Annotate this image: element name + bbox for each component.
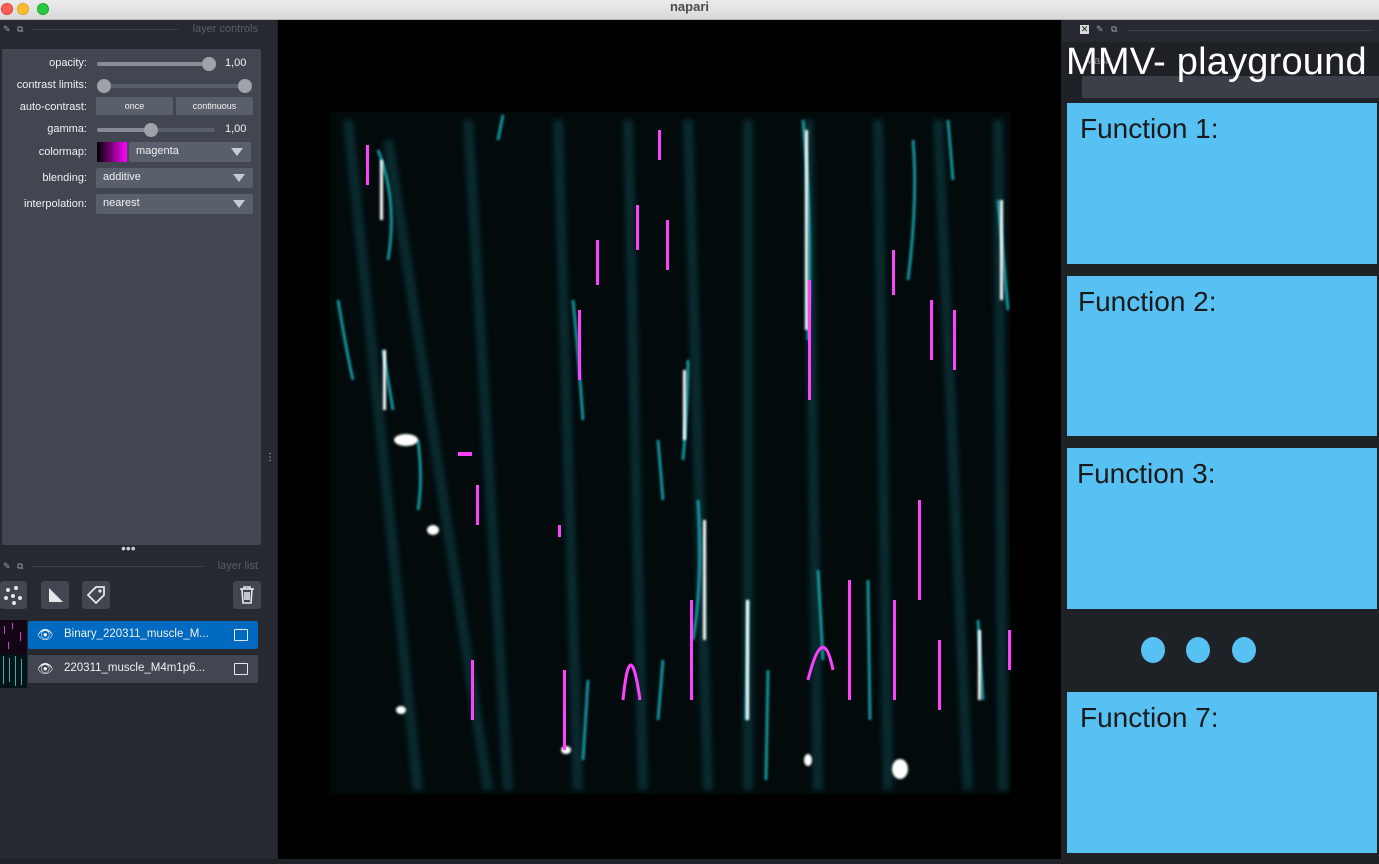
- colormap-label: colormap:: [38, 146, 87, 158]
- eye-icon[interactable]: 👁: [37, 627, 54, 643]
- gamma-label: gamma:: [47, 123, 87, 135]
- tag-icon: [86, 586, 105, 605]
- undock-icon[interactable]: ⧉: [17, 561, 23, 572]
- eye-icon[interactable]: 👁: [37, 661, 54, 677]
- opacity-fill: [97, 62, 209, 66]
- colormap-value: magenta: [136, 145, 179, 157]
- function-3-card[interactable]: Function 3:: [1067, 448, 1377, 609]
- splitter-handle-icon[interactable]: •••: [121, 540, 136, 556]
- contrast-max-handle[interactable]: [238, 79, 252, 93]
- layer-name: Binary_220311_muscle_M...: [64, 628, 209, 640]
- new-labels-layer-button[interactable]: [82, 581, 110, 609]
- gamma-handle[interactable]: [144, 123, 158, 137]
- colormap-row: colormap: magenta: [2, 142, 261, 164]
- shapes-icon: [49, 588, 63, 602]
- gamma-fill: [97, 128, 151, 132]
- opacity-handle[interactable]: [202, 57, 216, 71]
- function-7-card[interactable]: Function 7:: [1067, 692, 1377, 853]
- plugin-title: MMV- playground: [1066, 41, 1367, 83]
- trash-icon: [240, 586, 254, 604]
- image-layer-icon: [234, 663, 248, 675]
- opacity-label: opacity:: [49, 57, 87, 69]
- contrast-limits-label: contrast limits:: [16, 79, 87, 91]
- function-1-card[interactable]: Function 1:: [1067, 103, 1377, 264]
- interpolation-label: interpolation:: [24, 198, 87, 210]
- gamma-row: gamma: 1,00: [2, 119, 261, 141]
- layer-controls-title: layer controls: [192, 23, 258, 35]
- contrast-min-handle[interactable]: [97, 79, 111, 93]
- auto-contrast-continuous-button[interactable]: continuous: [176, 97, 253, 115]
- chevron-down-icon: [231, 148, 243, 156]
- layer-list-title: layer list: [217, 560, 258, 572]
- function-label: Function 1:: [1080, 113, 1219, 144]
- plugin-dock-header: ✕ ✎ ⧉: [1062, 20, 1379, 42]
- function-label: Function 3:: [1077, 458, 1216, 489]
- layer-item-muscle[interactable]: 👁 220311_muscle_M4m1p6...: [28, 655, 258, 683]
- microscopy-image: [330, 112, 1011, 794]
- blending-row: blending: additive: [2, 168, 261, 190]
- undock-icon[interactable]: ⧉: [17, 24, 23, 35]
- blending-label: blending:: [42, 172, 87, 184]
- contrast-limits-slider[interactable]: [104, 84, 246, 88]
- contrast-row: contrast limits:: [2, 75, 261, 97]
- opacity-row: opacity: 1,00: [2, 53, 261, 75]
- float-icon[interactable]: ✎: [3, 561, 11, 572]
- chevron-down-icon: [233, 200, 245, 208]
- ellipsis-dot-icon: [1232, 637, 1256, 663]
- new-shapes-layer-button[interactable]: [41, 581, 69, 609]
- image-layer-icon: [234, 629, 248, 641]
- layer-thumbnail: [0, 654, 27, 688]
- window-title: napari: [669, 0, 709, 14]
- auto-contrast-row: auto-contrast: once continuous: [2, 97, 261, 119]
- function-label: Function 7:: [1080, 702, 1219, 733]
- layer-list-header: ✎ ⧉ layer list: [0, 557, 270, 575]
- opacity-value: 1,00: [225, 57, 247, 69]
- layer-thumbnail: [0, 620, 27, 654]
- interpolation-row: interpolation: nearest: [2, 194, 261, 216]
- undock-icon[interactable]: ⧉: [1111, 24, 1117, 35]
- close-icon[interactable]: ✕: [1080, 25, 1089, 34]
- layer-controls-panel: opacity: 1,00 contrast limits: auto-cont…: [2, 49, 261, 545]
- blending-value: additive: [103, 171, 141, 183]
- left-dock: ✎ ⧉ layer controls opacity: 1,00 contras…: [0, 20, 277, 859]
- ellipsis-dot-icon: [1186, 637, 1210, 663]
- chevron-down-icon: [233, 174, 245, 182]
- layer-name: 220311_muscle_M4m1p6...: [64, 662, 206, 674]
- layer-controls-header: ✎ ⧉ layer controls: [0, 20, 270, 38]
- interpolation-select[interactable]: nearest: [96, 194, 253, 214]
- function-2-card[interactable]: Function 2:: [1067, 276, 1377, 436]
- new-points-layer-button[interactable]: [0, 581, 27, 609]
- layer-item-binary[interactable]: 👁 Binary_220311_muscle_M...: [28, 621, 258, 649]
- float-icon[interactable]: ✎: [3, 24, 11, 35]
- colormap-swatch: [97, 142, 127, 162]
- interpolation-value: nearest: [103, 197, 140, 209]
- image-canvas[interactable]: [278, 20, 1061, 859]
- auto-contrast-label: auto-contrast:: [19, 101, 87, 113]
- colormap-select[interactable]: magenta: [129, 142, 251, 162]
- ellipsis-dot-icon: [1141, 637, 1165, 663]
- window-titlebar: napari: [0, 0, 1379, 20]
- function-label: Function 2:: [1078, 286, 1217, 317]
- auto-contrast-once-button[interactable]: once: [96, 97, 173, 115]
- points-icon: [4, 586, 22, 605]
- delete-layer-button[interactable]: [233, 581, 261, 609]
- dock-resize-handle-icon[interactable]: ⋮: [265, 453, 275, 463]
- float-icon[interactable]: ✎: [1096, 24, 1104, 35]
- gamma-value: 1,00: [225, 123, 247, 135]
- blending-select[interactable]: additive: [96, 168, 253, 188]
